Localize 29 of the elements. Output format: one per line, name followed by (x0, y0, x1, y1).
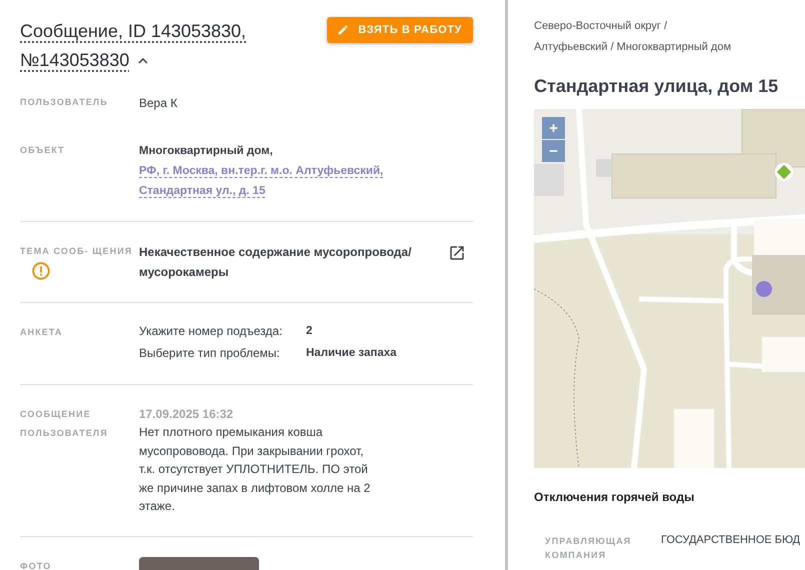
survey-question: Выберите тип проблемы: (139, 345, 281, 362)
pencil-icon (337, 24, 350, 36)
message-title: №143053830 (20, 49, 130, 72)
message-text: Нет плотного премыкания ковша мусопрововода. При закрывании грохот, т.к. отсутствует УПЛОТНИТЕЛЬ. ПО этой же причине запах в лифтовом холле на 2 этаже. (139, 424, 372, 515)
field-label: ПОЛЬЗОВАТЕЛЬ (20, 97, 108, 107)
survey-answer: 2 (306, 324, 314, 339)
external-link-icon[interactable] (448, 244, 466, 262)
take-to-work-button[interactable]: ВЗЯТЬ В РАБОТУ (327, 17, 473, 43)
zoom-out-button[interactable]: − (542, 140, 565, 162)
company-name: ГОСУДАРСТВЕННОЕ БЮД (661, 534, 800, 548)
message-title: Сообщение, ID 143053830, (20, 20, 246, 43)
survey-question: Укажите номер подъезда: (139, 323, 284, 340)
survey-answer: Наличие запаха (306, 346, 398, 361)
address-title: Стандартная улица, дом 15 (534, 76, 780, 97)
field-label: ТЕМА СООБ- ЩЕНИЯ (20, 246, 132, 256)
section-title: Отключения горячей воды (534, 490, 696, 504)
message-date: 17.09.2025 16:32 (139, 406, 234, 423)
breadcrumb: Северо-Восточный округ / Алтуфьевский / Многоквартирный дом (534, 19, 732, 55)
map[interactable]: + − (534, 109, 805, 468)
field-label: ОБЪЕКТ (20, 145, 65, 155)
field-label: УПРАВЛЯЮЩАЯ КОМПАНИЯ (545, 535, 632, 562)
address-link[interactable]: РФ, г. Москва, вн.тер.г. м.о. Алтуфьевский, Стандартная ул., д. 15 (139, 161, 439, 201)
topic-text: Некачественное содержание мусоропровода/ мусорокамеры (139, 244, 412, 281)
zoom-in-button[interactable]: + (542, 117, 565, 139)
field-label: АНКЕТА (20, 327, 63, 337)
field-label: СООБЩЕНИЕ ПОЛЬЗОВАТЕЛЯ (20, 409, 108, 438)
object-type: Многоквартирный дом, (139, 144, 273, 159)
user-name: Вера К (139, 95, 178, 112)
field-label: ФОТО (20, 560, 52, 570)
